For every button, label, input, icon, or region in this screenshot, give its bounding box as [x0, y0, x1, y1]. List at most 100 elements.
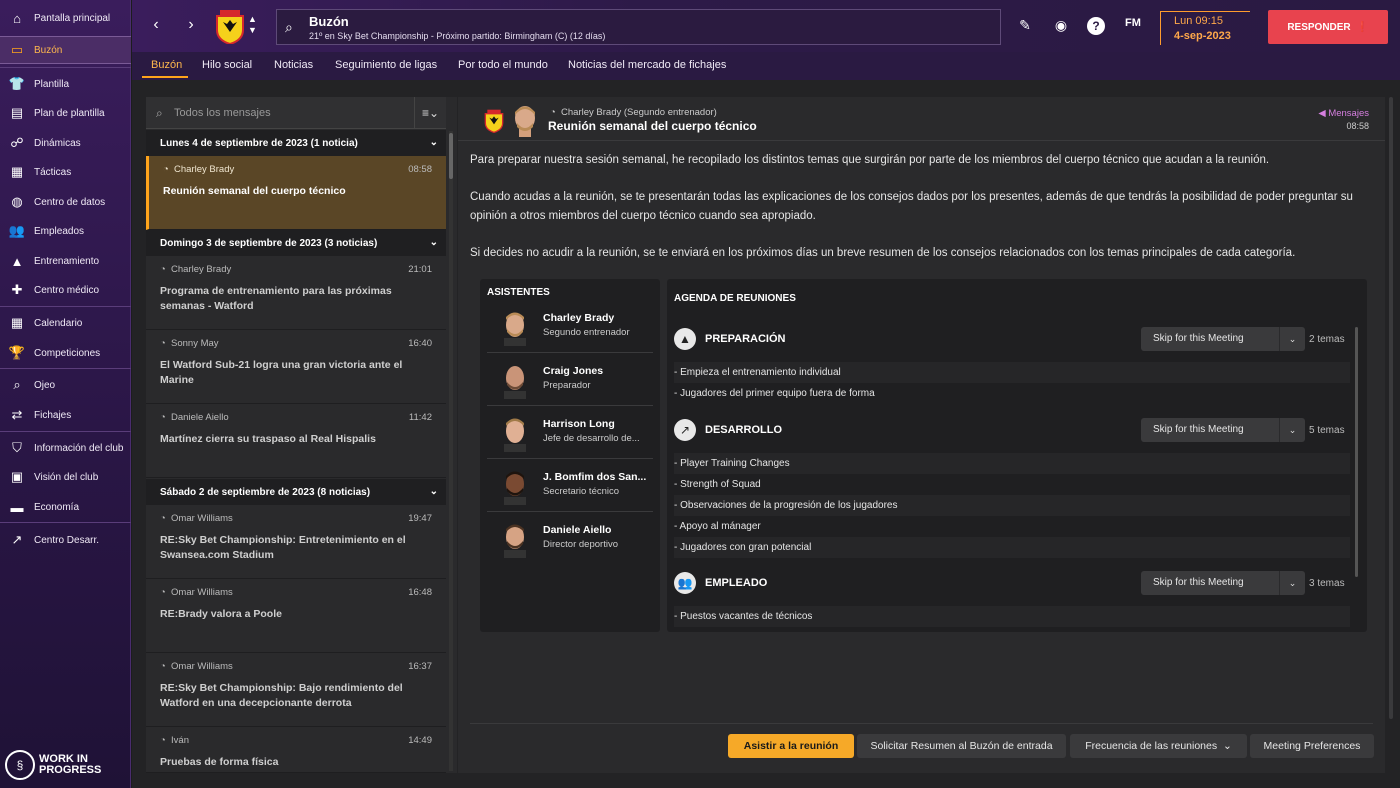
- list-item[interactable]: ◔ Omar Williams 19:47 RE:Sky Bet Champio…: [146, 505, 446, 579]
- date-group-header[interactable]: Lunes 4 de septiembre de 2023 (1 noticia…: [146, 130, 446, 156]
- meeting-option-dropdown[interactable]: Skip for this Meeting ⌄: [1141, 418, 1305, 442]
- fm-menu-icon[interactable]: FM: [1120, 17, 1146, 37]
- sidebar-item-scouting[interactable]: ⌕ Ojeo: [0, 371, 131, 399]
- message-paragraph: Cuando acudas a la reunión, se te presen…: [470, 191, 1353, 222]
- chevron-down-icon[interactable]: ⌄: [1279, 418, 1305, 442]
- back-arrow-icon[interactable]: ‹: [147, 16, 165, 36]
- tab-social-feed[interactable]: Hilo social: [202, 59, 252, 71]
- globe-icon[interactable]: ◉: [1051, 17, 1071, 37]
- avatar[interactable]: [510, 103, 540, 137]
- respond-button[interactable]: RESPONDER ❗: [1268, 10, 1388, 44]
- request-summary-button[interactable]: Solicitar Resumen al Buzón de entrada: [857, 734, 1066, 758]
- message-search-input[interactable]: Todos los mensajes: [174, 107, 271, 119]
- sidebar-item-medical[interactable]: ✚ Centro médico: [0, 276, 131, 304]
- list-item[interactable]: ◔ Charley Brady 21:01 Programa de entren…: [146, 256, 446, 330]
- sidebar-item-data-hub[interactable]: ◍ Centro de datos: [0, 188, 131, 216]
- date-group-header[interactable]: Sábado 2 de septiembre de 2023 (8 notici…: [146, 479, 446, 505]
- message-category-tag[interactable]: ◀ Mensajes: [1318, 108, 1369, 119]
- search-icon[interactable]: ⌕: [285, 19, 293, 36]
- date-group-header[interactable]: Domingo 3 de septiembre de 2023 (3 notic…: [146, 230, 446, 256]
- chevron-down-icon[interactable]: ⌄: [430, 137, 438, 148]
- sidebar-item-club-vision[interactable]: ▣ Visión del club: [0, 463, 131, 491]
- sidebar-item-dynamics[interactable]: ☍ Dinámicas: [0, 129, 131, 157]
- person-icon: ◔: [160, 338, 166, 349]
- sidebar-item-transfers[interactable]: ⇄ Fichajes: [0, 401, 131, 429]
- message-sender: ◔ Sonny May: [160, 338, 219, 349]
- list-item[interactable]: ◔ Omar Williams 16:48 RE:Brady valora a …: [146, 579, 446, 653]
- scrollbar-thumb[interactable]: [449, 133, 453, 179]
- attendee-row[interactable]: Charley Brady Segundo entrenador: [487, 301, 653, 353]
- meeting-preferences-button[interactable]: Meeting Preferences: [1250, 734, 1374, 758]
- chevron-down-icon[interactable]: ⌄: [430, 237, 438, 248]
- attendee-row[interactable]: Daniele Aiello Director deportivo: [487, 513, 653, 565]
- sidebar-item-finances[interactable]: ▬ Economía: [0, 493, 131, 521]
- attendee-role: Director deportivo: [543, 539, 618, 550]
- tab-transfer-news[interactable]: Noticias del mercado de fichajes: [568, 59, 726, 71]
- reader-scrollbar[interactable]: [1389, 97, 1393, 719]
- help-icon[interactable]: ?: [1087, 17, 1105, 35]
- message-list-scrollbar[interactable]: [449, 131, 453, 771]
- sidebar-item-club-info[interactable]: ⛉ Información del club: [0, 434, 131, 462]
- sidebar-item-calendar[interactable]: ▦ Calendario: [0, 309, 131, 337]
- sidebar-item-home[interactable]: ⌂ Pantalla principal: [0, 4, 131, 32]
- list-item[interactable]: ◔ Daniele Aiello 11:42 Martínez cierra s…: [146, 404, 446, 478]
- message-title: RE:Brady valora a Poole: [160, 608, 282, 620]
- sidebar-item-label: Competiciones: [34, 347, 101, 359]
- avatar: [504, 312, 526, 346]
- dev-centre-icon: ↗: [11, 532, 23, 547]
- agenda-scrollbar[interactable]: [1355, 327, 1358, 577]
- chevron-down-icon[interactable]: ⌄: [430, 486, 438, 497]
- club-switch-icon[interactable]: ▲ ▼: [248, 14, 257, 36]
- date-display[interactable]: Lun 09:15 4-sep-2023: [1160, 11, 1250, 45]
- sidebar-item-squad[interactable]: 👕 Plantilla: [0, 70, 131, 98]
- sidebar-divider: [0, 67, 131, 68]
- sidebar-item-inbox[interactable]: ▭ Buzón: [0, 36, 131, 64]
- sidebar-item-training[interactable]: ▲ Entrenamiento: [0, 247, 131, 275]
- sidebar-divider: [0, 306, 131, 307]
- meeting-option-dropdown[interactable]: Skip for this Meeting ⌄: [1141, 571, 1305, 595]
- chevron-down-icon[interactable]: ⌄: [1279, 327, 1305, 351]
- message-filter-bar[interactable]: ⌕ Todos los mensajes: [146, 97, 446, 129]
- active-tab-indicator: [142, 76, 188, 78]
- data-hub-icon: ◍: [11, 194, 23, 209]
- training-icon: ▲: [10, 253, 24, 269]
- message-paragraph: Para preparar nuestra sesión semanal, he…: [470, 154, 1270, 166]
- attendee-row[interactable]: Harrison Long Jefe de desarrollo de...: [487, 407, 653, 459]
- list-item[interactable]: ◔ Sonny May 16:40 El Watford Sub-21 logr…: [146, 330, 446, 404]
- attendee-row[interactable]: J. Bomfim dos San... Secretario técnico: [487, 460, 653, 512]
- edit-icon[interactable]: ✎: [1015, 17, 1035, 37]
- preparation-icon: ▲: [674, 328, 696, 350]
- tab-around-the-world[interactable]: Por todo el mundo: [458, 59, 548, 71]
- sidebar-item-competitions[interactable]: 🏆 Competiciones: [0, 339, 131, 367]
- meeting-frequency-dropdown[interactable]: Frecuencia de las reuniones ⌄: [1070, 734, 1247, 758]
- page-subtitle: 21º en Sky Bet Championship - Próximo pa…: [309, 31, 606, 41]
- person-icon: ◔: [160, 735, 166, 746]
- list-item[interactable]: ◔ Omar Williams 16:37 RE:Sky Bet Champio…: [146, 653, 446, 727]
- tab-news[interactable]: Noticias: [274, 59, 313, 71]
- message-time: 19:47: [408, 513, 432, 524]
- sidebar-item-squad-plan[interactable]: ▤ Plan de plantilla: [0, 99, 131, 127]
- message-from[interactable]: ◔ Charley Brady (Segundo entrenador): [550, 107, 717, 118]
- message-reader: ◔ Charley Brady (Segundo entrenador) Reu…: [458, 97, 1385, 773]
- finances-icon: ▬: [10, 499, 24, 515]
- sidebar-item-label: Visión del club: [34, 471, 99, 483]
- attend-meeting-button[interactable]: Asistir a la reunión: [728, 734, 854, 758]
- chevron-down-icon[interactable]: ⌄: [1279, 571, 1305, 595]
- forward-arrow-icon[interactable]: ›: [182, 16, 200, 36]
- club-crest-icon[interactable]: [215, 10, 245, 44]
- page-title-box[interactable]: ⌕ Buzón 21º en Sky Bet Championship - Pr…: [276, 9, 1001, 45]
- sidebar-item-dev-centre[interactable]: ↗ Centro Desarr.: [0, 526, 131, 554]
- filter-menu-icon[interactable]: ≡⌄: [414, 97, 446, 129]
- tab-league-tracking[interactable]: Seguimiento de ligas: [335, 59, 437, 71]
- inbox-icon: ▭: [10, 42, 24, 57]
- meeting-option-dropdown[interactable]: Skip for this Meeting ⌄: [1141, 327, 1305, 351]
- tab-inbox[interactable]: Buzón: [151, 59, 182, 71]
- list-item[interactable]: ◔ Charley Brady 08:58 Reunión semanal de…: [146, 156, 446, 230]
- list-item[interactable]: ◔ Iván 14:49 Pruebas de forma física: [146, 727, 446, 773]
- sidebar-item-staff[interactable]: 👥 Empleados: [0, 217, 131, 245]
- sidebar-item-tactics[interactable]: ▦ Tácticas: [0, 158, 131, 186]
- agenda-item: - Observaciones de la progresión de los …: [674, 495, 1350, 516]
- category-name: EMPLEADO: [705, 577, 768, 589]
- attendee-row[interactable]: Craig Jones Preparador: [487, 354, 653, 406]
- person-icon: ◔: [160, 264, 166, 275]
